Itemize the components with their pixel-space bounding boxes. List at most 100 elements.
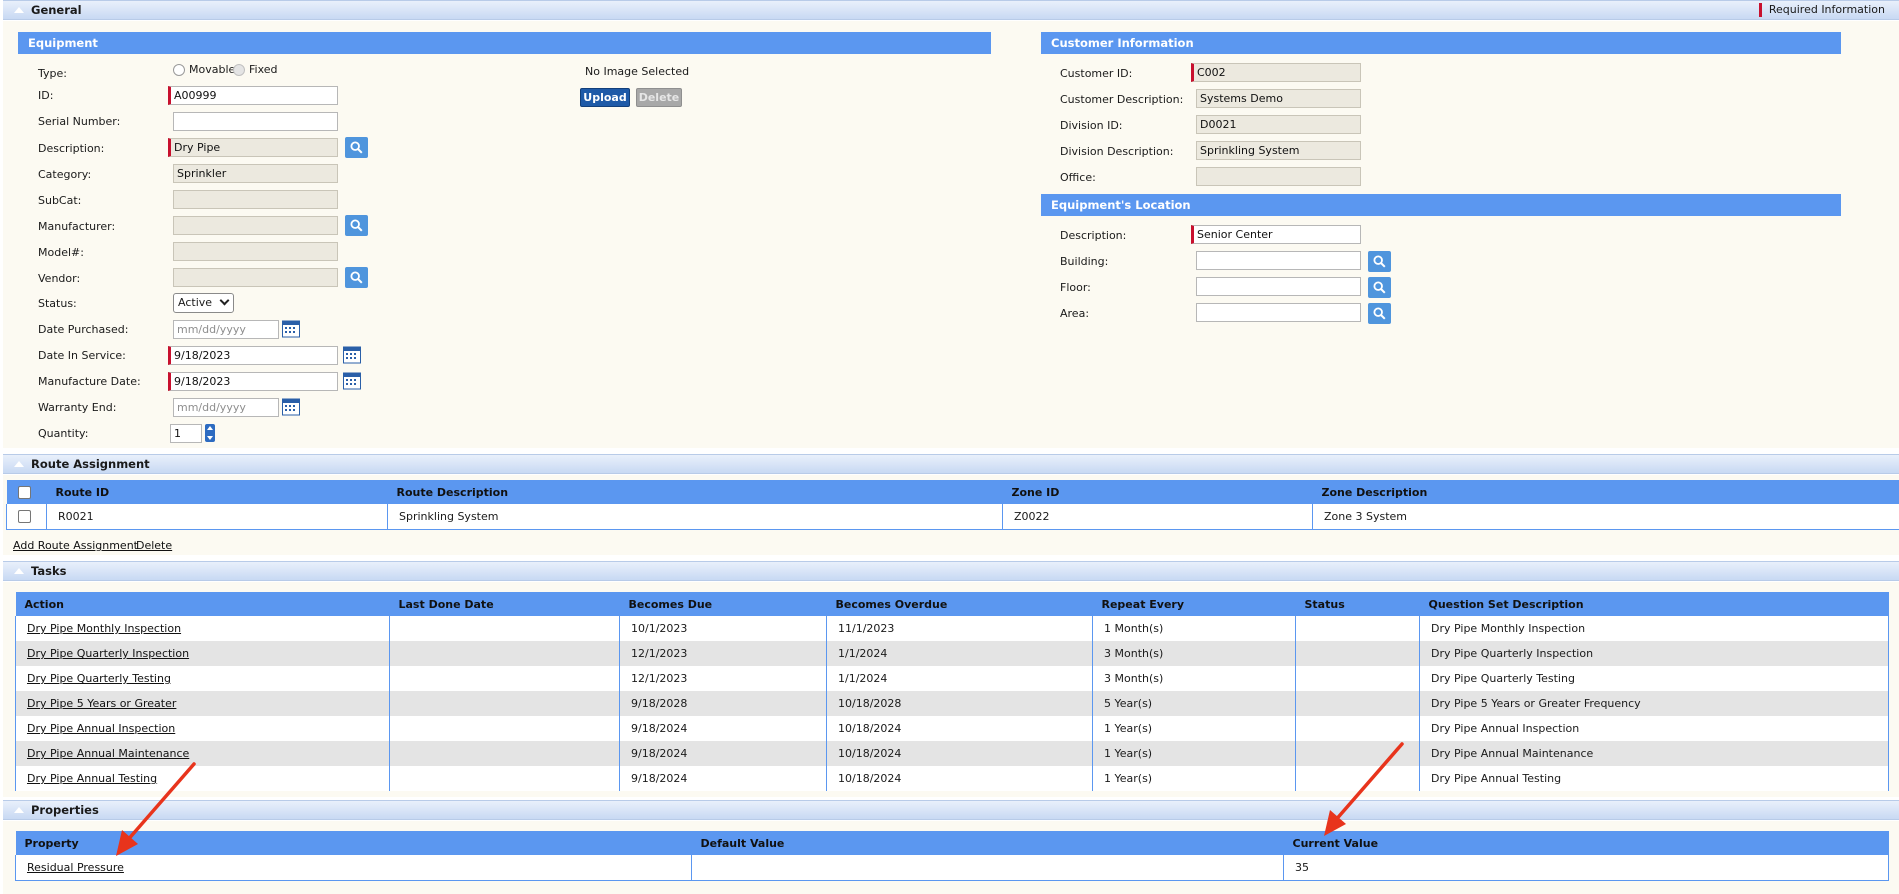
- properties-title: Properties: [31, 803, 99, 817]
- select-all-cell: [6, 480, 47, 504]
- date-in-service-field[interactable]: 9/18/2023: [168, 346, 338, 365]
- vendor-search-button[interactable]: [345, 267, 368, 288]
- calendar-icon[interactable]: [343, 346, 361, 364]
- warranty-end-field[interactable]: mm/dd/yyyy: [173, 398, 279, 417]
- serial-number-field[interactable]: [173, 112, 338, 131]
- manufacture-date-field[interactable]: 9/18/2023: [168, 372, 338, 391]
- division-description-field[interactable]: Sprinkling System: [1196, 141, 1361, 160]
- status-cell: [1295, 691, 1420, 716]
- date-purchased-label: Date Purchased:: [38, 323, 129, 336]
- task-action-link[interactable]: Dry Pipe Annual Inspection: [27, 722, 175, 735]
- table-row: Dry Pipe Annual Maintenance 9/18/2024 10…: [15, 741, 1889, 766]
- repeat-every-cell: 3 Month(s): [1092, 666, 1296, 691]
- collapse-icon[interactable]: [14, 7, 24, 13]
- division-description-label: Division Description:: [1060, 145, 1174, 158]
- image-status-text: No Image Selected: [585, 65, 690, 78]
- route-table: Route ID Route Description Zone ID Zone …: [6, 480, 1899, 530]
- delete-image-button[interactable]: Delete: [636, 88, 682, 107]
- tasks-table: Action Last Done Date Becomes Due Become…: [15, 592, 1889, 791]
- table-row: Residual Pressure 35: [15, 855, 1889, 881]
- customer-panel-title: Customer Information: [1041, 32, 1841, 54]
- becomes-due-cell: 10/1/2023: [619, 616, 827, 641]
- upload-button[interactable]: Upload: [580, 88, 630, 107]
- description-search-button[interactable]: [345, 137, 368, 158]
- subcat-field[interactable]: [173, 190, 338, 209]
- zone-id-cell: Z0022: [1002, 504, 1313, 530]
- date-purchased-field[interactable]: mm/dd/yyyy: [173, 320, 279, 339]
- id-label: ID:: [38, 89, 54, 102]
- collapse-icon[interactable]: [14, 807, 24, 813]
- tasks-section-header[interactable]: Tasks: [3, 561, 1899, 581]
- route-section-header[interactable]: Route Assignment: [3, 454, 1899, 474]
- division-id-field[interactable]: D0021: [1196, 115, 1361, 134]
- task-action-link[interactable]: Dry Pipe Quarterly Inspection: [27, 647, 189, 660]
- column-header: Repeat Every: [1092, 592, 1296, 616]
- zone-description-cell: Zone 3 System: [1312, 504, 1899, 530]
- calendar-icon[interactable]: [282, 320, 300, 338]
- customer-id-field[interactable]: C002: [1191, 63, 1361, 82]
- column-header: Becomes Due: [619, 592, 827, 616]
- column-header: Route Description: [387, 480, 1003, 504]
- column-header: Becomes Overdue: [826, 592, 1093, 616]
- quantity-stepper[interactable]: 1: [170, 424, 202, 443]
- office-field[interactable]: [1196, 167, 1361, 186]
- area-field[interactable]: [1196, 303, 1361, 322]
- building-search-button[interactable]: [1368, 251, 1391, 272]
- fixed-radio[interactable]: [233, 64, 245, 76]
- building-label: Building:: [1060, 255, 1109, 268]
- calendar-icon[interactable]: [343, 372, 361, 390]
- building-field[interactable]: [1196, 251, 1361, 270]
- property-link[interactable]: Residual Pressure: [27, 861, 124, 874]
- column-header: Question Set Description: [1419, 592, 1889, 616]
- last-done-cell: [389, 716, 620, 741]
- task-action-link[interactable]: Dry Pipe Annual Maintenance: [27, 747, 189, 760]
- required-information-legend: Required Information: [1758, 3, 1885, 17]
- task-action-link[interactable]: Dry Pipe 5 Years or Greater: [27, 697, 176, 710]
- row-checkbox[interactable]: [18, 510, 31, 523]
- id-field[interactable]: A00999: [168, 86, 338, 105]
- location-panel-title: Equipment's Location: [1041, 194, 1841, 216]
- route-id-cell: R0021: [46, 504, 388, 530]
- fixed-label: Fixed: [249, 63, 278, 76]
- calendar-icon[interactable]: [282, 398, 300, 416]
- manufacture-date-label: Manufacture Date:: [38, 375, 141, 388]
- collapse-icon[interactable]: [14, 461, 24, 467]
- task-action-link[interactable]: Dry Pipe Quarterly Testing: [27, 672, 171, 685]
- action-cell: Dry Pipe 5 Years or Greater: [15, 691, 390, 716]
- becomes-overdue-cell: 1/1/2024: [826, 666, 1093, 691]
- manufacturer-search-button[interactable]: [345, 215, 368, 236]
- customer-description-label: Customer Description:: [1060, 93, 1184, 106]
- column-header: Status: [1295, 592, 1420, 616]
- manufacturer-label: Manufacturer:: [38, 220, 116, 233]
- movable-radio[interactable]: [173, 64, 185, 76]
- question-set-cell: Dry Pipe Annual Testing: [1419, 766, 1889, 791]
- select-all-checkbox[interactable]: [17, 485, 31, 499]
- delete-route-link[interactable]: Delete: [136, 539, 172, 552]
- stepper-arrows-icon[interactable]: [205, 424, 215, 442]
- repeat-every-cell: 3 Month(s): [1092, 641, 1296, 666]
- collapse-icon[interactable]: [14, 568, 24, 574]
- properties-section-header[interactable]: Properties: [3, 800, 1899, 820]
- table-row[interactable]: R0021 Sprinkling System Z0022 Zone 3 Sys…: [6, 504, 1899, 530]
- default-value-cell: [691, 855, 1284, 881]
- area-search-button[interactable]: [1368, 303, 1391, 324]
- manufacturer-field[interactable]: [173, 216, 338, 235]
- location-description-field[interactable]: Senior Center: [1191, 225, 1361, 244]
- status-select[interactable]: Active: [173, 293, 234, 313]
- general-section-header[interactable]: General Required Information: [3, 0, 1899, 20]
- task-action-link[interactable]: Dry Pipe Monthly Inspection: [27, 622, 181, 635]
- becomes-due-cell: 9/18/2024: [619, 716, 827, 741]
- category-field[interactable]: Sprinkler: [173, 164, 338, 183]
- becomes-overdue-cell: 11/1/2023: [826, 616, 1093, 641]
- column-header: Zone Description: [1312, 480, 1899, 504]
- description-field[interactable]: Dry Pipe: [168, 138, 338, 157]
- model-field[interactable]: [173, 242, 338, 261]
- vendor-field[interactable]: [173, 268, 338, 287]
- becomes-overdue-cell: 10/18/2028: [826, 691, 1093, 716]
- status-cell: [1295, 616, 1420, 641]
- repeat-every-cell: 5 Year(s): [1092, 691, 1296, 716]
- add-route-assignment-link[interactable]: Add Route Assignment: [13, 539, 138, 552]
- floor-search-button[interactable]: [1368, 277, 1391, 298]
- floor-field[interactable]: [1196, 277, 1361, 296]
- customer-description-field[interactable]: Systems Demo: [1196, 89, 1361, 108]
